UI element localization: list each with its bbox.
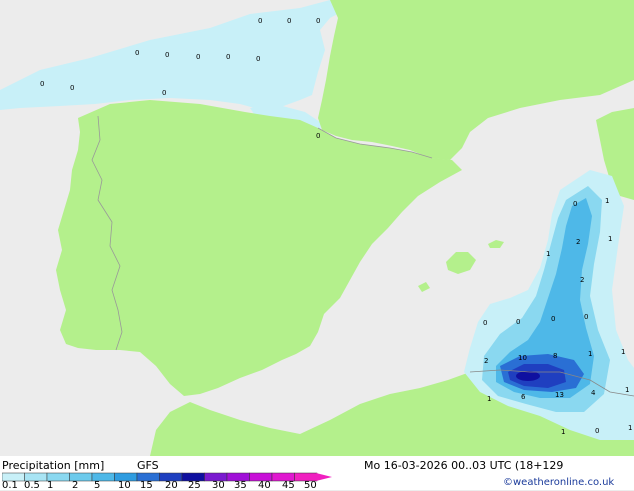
precip-value: 6 [521,393,526,401]
precip-area-med-max [516,371,540,381]
precip-value: 1 [621,348,625,356]
precip-value: 2 [576,238,580,246]
precip-value: 8 [553,352,557,360]
precip-value: 1 [608,235,612,243]
precip-value: 0 [595,427,599,435]
precip-value: 1 [628,424,632,432]
precip-value: 2 [580,276,584,284]
precip-value: 0 [258,17,262,25]
precip-value: 0 [162,89,166,97]
precip-value: 0 [226,53,230,61]
precip-value: 10 [518,354,527,362]
precip-value: 0 [551,315,555,323]
precip-value: 4 [591,389,596,397]
precip-value: 13 [555,391,564,399]
precip-value: 0 [516,318,520,326]
precip-value: 0 [287,17,291,25]
precip-value: 1 [487,395,491,403]
precip-value: 0 [165,51,169,59]
precip-value: 0 [40,80,44,88]
precip-value: 0 [584,313,588,321]
precip-value: 0 [196,53,200,61]
precipitation-map: 0 0 0 0 0 0 0 0 0 0 0 0 0 1 2 1 1 2 0 0 … [0,0,634,456]
precip-value: 0 [135,49,139,57]
precip-value: 1 [561,428,565,436]
precip-value: 0 [483,319,487,327]
precip-value: 0 [316,17,320,25]
precip-value: 1 [588,350,592,358]
precip-value: 0 [256,55,260,63]
model-label: GFS [137,459,159,472]
precip-value: 0 [573,200,577,208]
credit-text: ©weatheronline.co.uk [503,477,615,488]
precip-value: 1 [605,197,609,205]
precip-value: 2 [484,357,488,365]
color-scale-arrow [316,473,332,481]
map-title: Precipitation [mm] [2,459,105,472]
precip-value: 0 [316,132,320,140]
precip-value: 1 [546,250,550,258]
precip-value: 1 [625,386,629,394]
precip-value: 0 [70,84,74,92]
valid-datetime: Mo 16-03-2026 00..03 UTC (18+129 [364,459,564,472]
